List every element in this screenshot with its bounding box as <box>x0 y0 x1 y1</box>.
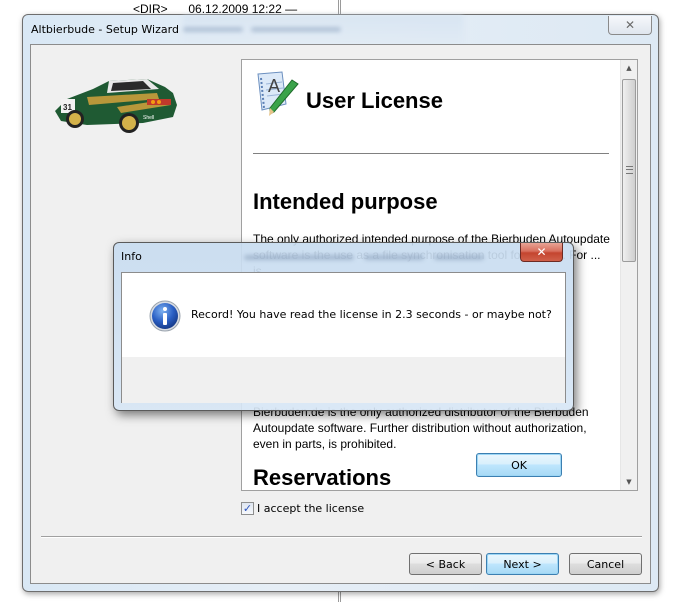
info-dialog-body: Record! You have read the license in 2.3… <box>122 273 565 357</box>
titlebar-glass <box>183 15 463 45</box>
arrow-down-icon: ▼ <box>626 478 632 486</box>
svg-text:A: A <box>268 76 280 96</box>
checkmark-icon: ✓ <box>242 502 253 515</box>
titlebar-glass <box>244 249 524 273</box>
arrow-up-icon: ▲ <box>626 64 632 72</box>
license-title: User License <box>306 88 443 113</box>
checkbox-label: I accept the license <box>257 502 365 515</box>
checkbox[interactable]: ✓ <box>241 502 254 515</box>
section-text: Bierbuden.de is the only authorized dist… <box>253 405 589 451</box>
license-scrollbar[interactable]: ▲ ▼ <box>620 60 637 490</box>
info-dialog-client: Record! You have read the license in 2.3… <box>121 272 566 477</box>
document-pencil-icon: A <box>257 71 299 116</box>
close-icon: ✕ <box>624 18 636 32</box>
info-message: Record! You have read the license in 2.3… <box>191 308 552 321</box>
info-dialog-title: Info <box>121 250 142 263</box>
svg-text:31: 31 <box>63 103 72 112</box>
info-icon <box>149 300 181 332</box>
scrollbar-thumb[interactable] <box>622 79 636 262</box>
info-dialog-footer: OK <box>122 357 565 477</box>
ok-button[interactable]: OK <box>476 453 562 477</box>
info-close-button[interactable]: ✕ <box>520 243 563 262</box>
background-divider <box>338 0 341 14</box>
license-header: A User License <box>252 70 443 118</box>
svg-text:Shell: Shell <box>143 115 154 121</box>
license-divider <box>253 153 609 154</box>
wizard-title: Altbierbude - Setup Wizard <box>31 23 179 36</box>
accept-license-checkbox[interactable]: ✓ I accept the license <box>241 502 364 515</box>
cancel-button[interactable]: Cancel <box>569 553 642 575</box>
scroll-down-button[interactable]: ▼ <box>621 474 637 490</box>
close-icon: ✕ <box>536 245 547 259</box>
section-heading: Reservations <box>253 465 392 490</box>
info-dialog: Info ✕ Record! You have read the license… <box>113 242 574 477</box>
section-heading: Intended purpose <box>253 189 438 214</box>
wizard-close-button[interactable]: ✕ <box>608 16 652 35</box>
back-button[interactable]: < Back <box>409 553 482 575</box>
wizard-titlebar[interactable]: Altbierbude - Setup Wizard ✕ <box>23 15 658 45</box>
race-car-image: 31 Shell <box>55 79 177 133</box>
grip-icon <box>626 166 633 174</box>
scroll-up-button[interactable]: ▲ <box>621 60 637 76</box>
footer-divider <box>41 536 642 538</box>
next-button[interactable]: Next > <box>486 553 559 575</box>
